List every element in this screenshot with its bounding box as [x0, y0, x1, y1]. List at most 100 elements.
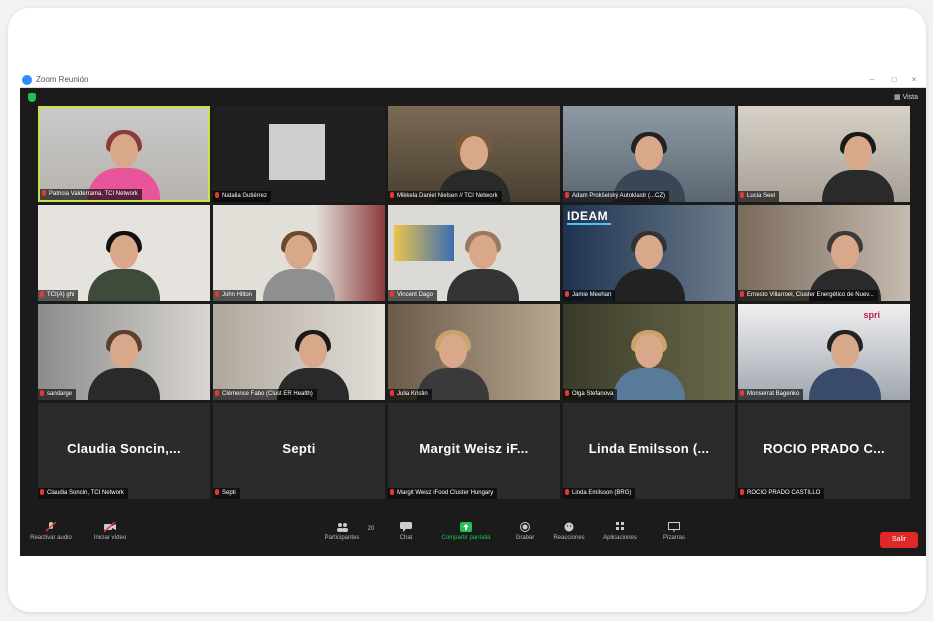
participants-icon: [337, 523, 348, 532]
participant-figure: [259, 231, 339, 301]
muted-microphone-icon: [45, 522, 57, 532]
share-screen-button[interactable]: Compartir pantalla: [434, 522, 498, 541]
muted-mic-icon: [565, 291, 569, 297]
muted-mic-icon: [565, 192, 569, 198]
security-shield-icon[interactable]: [28, 93, 36, 102]
participant-name: Patricia Valderrama, TCI Network: [40, 189, 142, 200]
audio-only-tile[interactable]: Claudia Soncin,... Claudia Soncin, TCI N…: [38, 403, 210, 499]
chat-button[interactable]: Chat: [392, 522, 420, 541]
meeting-toolbar: Reactivar audio Iniciar vídeo Participan…: [20, 518, 926, 556]
participant-display-name: Linda Emilsson (...: [588, 441, 710, 456]
video-tile[interactable]: Olga Stefanova: [563, 304, 735, 400]
video-tile[interactable]: Vincent Dago: [388, 205, 560, 301]
video-off-icon: [104, 522, 116, 532]
video-tile[interactable]: Lucia Seel: [738, 106, 910, 202]
video-tile[interactable]: sandarge: [38, 304, 210, 400]
participant-name: Lucia Seel: [738, 191, 780, 202]
participant-figure: [609, 330, 689, 400]
video-tile[interactable]: Patricia Valderrama, TCI Network: [38, 106, 210, 202]
muted-mic-icon: [740, 489, 744, 495]
muted-mic-icon: [215, 390, 219, 396]
unmute-button[interactable]: Reactivar audio: [26, 522, 76, 541]
minimize-icon[interactable]: –: [862, 72, 882, 88]
window-title: Zoom Reunión: [36, 75, 89, 84]
muted-mic-icon: [740, 192, 744, 198]
muted-mic-icon: [390, 489, 394, 495]
participant-name: Ernesto Villarroel, Cluster Energético d…: [738, 290, 878, 301]
audio-only-tile[interactable]: Linda Emilsson (... Linda Emilsson (BRG): [563, 403, 735, 499]
whiteboard-button[interactable]: Pizarras: [656, 522, 692, 541]
chat-icon: [400, 522, 412, 532]
participant-figure: [818, 132, 898, 202]
video-tile[interactable]: Mikkela Daniel Nielsen // TCI Network: [388, 106, 560, 202]
audio-only-tile[interactable]: ROCIO PRADO C... ROCIO PRADO CASTILLO: [738, 403, 910, 499]
zoom-window: Zoom Reunión – □ × ▦ Vista Patricia Vald…: [20, 72, 926, 556]
participant-name: Monserrat Bagenko: [738, 389, 804, 400]
muted-mic-icon: [740, 390, 744, 396]
participant-name: Julia Kristin: [388, 389, 432, 400]
participant-name: Jamie Meehan: [563, 290, 616, 301]
muted-mic-icon: [40, 489, 44, 495]
participant-name: sandarge: [38, 389, 77, 400]
share-screen-icon: [460, 522, 472, 532]
video-tile[interactable]: IDEAM Jamie Meehan: [563, 205, 735, 301]
ideam-logo: IDEAM: [567, 209, 609, 223]
audio-only-tile[interactable]: Margit Weisz iF... Margit Weisz iFood Cl…: [388, 403, 560, 499]
video-tile[interactable]: spri Monserrat Bagenko: [738, 304, 910, 400]
participant-figure: [84, 330, 164, 400]
participant-name: Septi: [213, 488, 240, 499]
participant-name: TCI(A) ghi: [38, 290, 79, 301]
muted-mic-icon: [215, 192, 219, 198]
view-button[interactable]: ▦ Vista: [894, 93, 918, 101]
video-tile[interactable]: Natalia Gutiérrez: [213, 106, 385, 202]
participants-button[interactable]: Participantes: [318, 522, 366, 541]
spri-logo: spri: [863, 310, 880, 320]
reactions-icon: [564, 522, 574, 532]
gallery-grid: Patricia Valderrama, TCI Network Natalia…: [38, 106, 910, 499]
participant-name: Claudia Soncin, TCI Network: [38, 488, 128, 499]
participant-name: Margit Weisz iFood Cluster Hungary: [388, 488, 498, 499]
whiteboard-icon: [668, 522, 680, 532]
ideam-logo-underline: [567, 223, 611, 225]
start-video-button[interactable]: Iniciar vídeo: [88, 522, 132, 541]
leave-button[interactable]: Salir: [880, 532, 918, 548]
muted-mic-icon: [390, 291, 394, 297]
audio-only-tile[interactable]: Septi Septi: [213, 403, 385, 499]
reactions-button[interactable]: Reacciones: [548, 522, 590, 541]
video-tile[interactable]: Adam Prokšelský Autoklastr (...CZ): [563, 106, 735, 202]
apps-button[interactable]: Aplicaciones: [596, 522, 644, 541]
title-bar: Zoom Reunión – □ ×: [20, 72, 926, 88]
participant-name: John Hilton: [213, 290, 257, 301]
participant-name: Linda Emilsson (BRG): [563, 488, 636, 499]
participant-name: Clémence Fabo (Clust ER Health): [213, 389, 317, 400]
zoom-logo-icon: [22, 75, 32, 85]
muted-mic-icon: [565, 489, 569, 495]
muted-mic-icon: [390, 192, 394, 198]
close-icon[interactable]: ×: [904, 72, 924, 88]
video-tile[interactable]: TCI(A) ghi: [38, 205, 210, 301]
muted-mic-icon: [215, 291, 219, 297]
record-button[interactable]: Grabar: [510, 522, 540, 541]
participant-name: Olga Stefanova: [563, 389, 618, 400]
participant-figure: [805, 330, 885, 400]
muted-mic-icon: [40, 390, 44, 396]
participant-name: Adam Prokšelský Autoklastr (...CZ): [563, 191, 670, 202]
maximize-icon[interactable]: □: [884, 72, 904, 88]
video-tile[interactable]: John Hilton: [213, 205, 385, 301]
muted-mic-icon: [215, 489, 219, 495]
participant-name: Mikkela Daniel Nielsen // TCI Network: [388, 191, 502, 202]
participants-count: 20: [367, 526, 375, 532]
view-label: Vista: [902, 94, 918, 101]
participant-name: Vincent Dago: [388, 290, 437, 301]
video-tile[interactable]: Ernesto Villarroel, Cluster Energético d…: [738, 205, 910, 301]
participant-name: Natalia Gutiérrez: [213, 191, 272, 202]
muted-mic-icon: [40, 291, 44, 297]
participant-name: ROCIO PRADO CASTILLO: [738, 488, 825, 499]
muted-mic-icon: [390, 390, 394, 396]
muted-mic-icon: [565, 390, 569, 396]
video-tile[interactable]: Clémence Fabo (Clust ER Health): [213, 304, 385, 400]
video-tile[interactable]: Julia Kristin: [388, 304, 560, 400]
participant-figure: [443, 231, 523, 301]
muted-mic-icon: [740, 291, 744, 297]
participant-figure: [609, 231, 689, 301]
